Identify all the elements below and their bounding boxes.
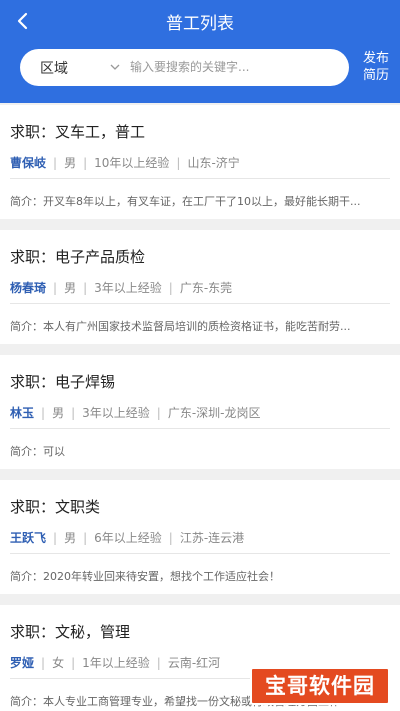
candidate-gender: 女 (52, 656, 65, 670)
separator: | (83, 156, 88, 170)
candidate-experience: 3年以上经验 (94, 281, 162, 295)
job-prefix: 求职： (10, 623, 56, 641)
job-title: 求职：电子焊锡 (10, 371, 115, 392)
candidate-intro: 简介：开叉车8年以上，有叉车证，在工厂干了10以上，最好能长期干... (10, 193, 390, 209)
resume-card[interactable]: 求职：文职类王跃飞 | 男 | 6年以上经验 | 江苏-连云港简介：2020年转业回来待安置… (0, 480, 400, 594)
resume-list: 求职：叉车工，普工 曹保岐 | 男 | 10年以上经验 | 山东-济宁 简介：开叉车8年以上，有… (0, 105, 400, 711)
candidate-name: 林玉 (10, 406, 35, 420)
candidate-gender: 男 (52, 406, 65, 420)
candidate-name: 杨春琦 (10, 281, 47, 295)
intro-text: 可以 (43, 445, 65, 458)
intro-prefix: 简介： (10, 320, 43, 333)
job-title: 求职：电子产品质检 (10, 246, 145, 267)
job-prefix: 求职： (10, 123, 56, 141)
page-title: 普工列表 (166, 14, 234, 34)
divider (10, 553, 390, 554)
separator: | (53, 531, 58, 545)
job-title: 求职：叉车工，普工 (10, 121, 145, 142)
candidate-location: 山东-济宁 (187, 156, 240, 170)
candidate-intro: 简介：2020年转业回来待安置，想找个工作适应社会！ (10, 568, 390, 584)
publish-label-line1: 发布 (362, 51, 389, 66)
candidate-name: 罗娅 (10, 656, 35, 670)
divider (10, 303, 390, 304)
candidate-name: 曹保岐 (10, 156, 47, 170)
job-prefix: 求职： (10, 373, 56, 391)
job-prefix: 求职： (10, 498, 56, 516)
separator: | (41, 406, 46, 420)
separator: | (83, 531, 88, 545)
candidate-experience: 6年以上经验 (94, 531, 162, 545)
separator: | (41, 656, 46, 670)
intro-prefix: 简介： (10, 195, 43, 208)
job-value: 电子焊锡 (55, 373, 116, 391)
job-value: 文职类 (55, 498, 101, 516)
candidate-location: 广东-东莞 (179, 281, 233, 295)
job-prefix: 求职： (10, 248, 56, 266)
job-value: 叉车工，普工 (55, 123, 146, 141)
publish-label-line2: 简历 (362, 68, 389, 83)
candidate-experience: 1年以上经验 (82, 656, 150, 670)
candidate-gender: 男 (64, 156, 77, 170)
separator: | (71, 406, 76, 420)
intro-prefix: 简介： (10, 695, 43, 708)
candidate-location: 广东-深圳-龙岗区 (167, 406, 261, 420)
job-title: 求职：文秘，管理 (10, 621, 130, 642)
job-value: 文秘，管理 (55, 623, 131, 641)
candidate-gender: 男 (64, 531, 77, 545)
separator: | (156, 656, 161, 670)
app-header: 普工列表 区域 发布 简历 (0, 0, 400, 103)
candidate-meta: 林玉 | 男 | 3年以上经验 | 广东-深圳-龙岗区 (10, 404, 260, 421)
chevron-down-icon[interactable] (109, 61, 121, 73)
candidate-experience: 10年以上经验 (94, 156, 170, 170)
region-select[interactable]: 区域 (40, 58, 68, 78)
separator: | (168, 281, 173, 295)
divider (10, 178, 390, 179)
candidate-intro: 简介：本人有广州国家技术监督局培训的质检资格证书，能吃苦耐劳... (10, 318, 390, 334)
candidate-meta: 曹保岐 | 男 | 10年以上经验 | 山东-济宁 (10, 154, 240, 171)
separator: | (53, 156, 58, 170)
candidate-location: 江苏-连云港 (179, 531, 245, 545)
candidate-experience: 3年以上经验 (82, 406, 150, 420)
separator: | (83, 281, 88, 295)
publish-resume-button[interactable]: 发布 简历 (356, 50, 396, 84)
candidate-gender: 男 (64, 281, 77, 295)
search-bar: 区域 (20, 49, 349, 86)
intro-text: 本人有广州国家技术监督局培训的质检资格证书，能吃苦耐劳... (43, 320, 351, 333)
intro-text: 2020年转业回来待安置，想找个工作适应社会！ (43, 570, 280, 583)
resume-card[interactable]: 求职：电子产品质检杨春琦 | 男 | 3年以上经验 | 广东-东莞简介：本人有广州国家技术监… (0, 230, 400, 344)
intro-prefix: 简介： (10, 570, 43, 583)
intro-prefix: 简介： (10, 445, 43, 458)
candidate-meta: 杨春琦 | 男 | 3年以上经验 | 广东-东莞 (10, 279, 232, 296)
resume-card[interactable]: 求职：电子焊锡林玉 | 男 | 3年以上经验 | 广东-深圳-龙岗区简介：可以 (0, 355, 400, 469)
candidate-intro: 简介：可以 (10, 443, 390, 459)
job-title: 求职：文职类 (10, 496, 100, 517)
separator: | (168, 531, 173, 545)
separator: | (156, 406, 161, 420)
candidate-name: 王跃飞 (10, 531, 47, 545)
separator: | (176, 156, 181, 170)
intro-text: 开叉车8年以上，有叉车证，在工厂干了10以上，最好能长期干... (43, 195, 361, 208)
separator: | (53, 281, 58, 295)
site-watermark: 宝哥软件园 (250, 667, 390, 705)
candidate-location: 云南-红河 (167, 656, 221, 670)
separator: | (71, 656, 76, 670)
candidate-meta: 王跃飞 | 男 | 6年以上经验 | 江苏-连云港 (10, 529, 244, 546)
candidate-meta: 罗娅 | 女 | 1年以上经验 | 云南-红河 (10, 654, 220, 671)
job-value: 电子产品质检 (55, 248, 146, 266)
resume-card[interactable]: 求职：叉车工，普工曹保岐 | 男 | 10年以上经验 | 山东-济宁简介：开叉车8年以上，有… (0, 105, 400, 219)
divider (10, 428, 390, 429)
search-input[interactable] (130, 57, 340, 77)
